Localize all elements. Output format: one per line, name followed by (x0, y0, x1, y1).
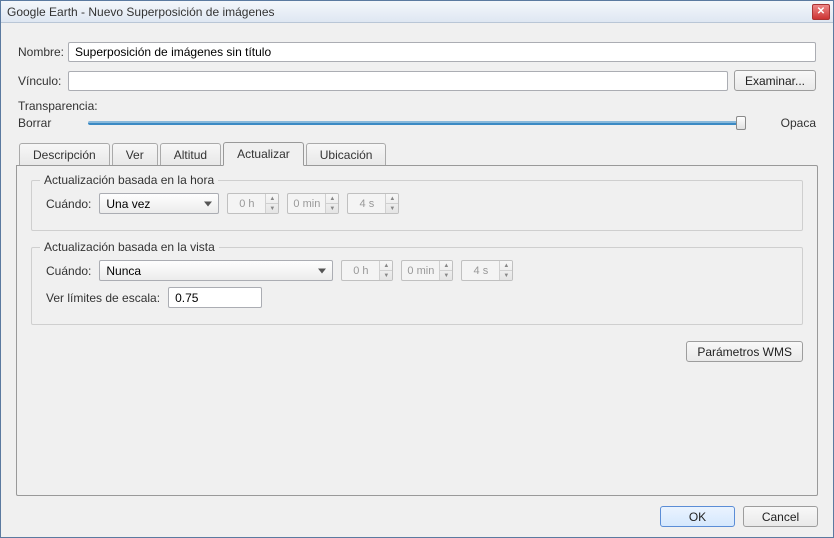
transparency-slider[interactable] (88, 115, 746, 131)
slider-track (88, 121, 746, 125)
titlebar: Google Earth - Nuevo Superposición de im… (1, 1, 833, 23)
scale-limits-input[interactable] (168, 287, 262, 308)
time-seconds-spinner: 4 s ▲▼ (347, 193, 399, 214)
dialog-footer: OK Cancel (16, 496, 818, 527)
view-refresh-group: Actualización basada en la vista Cuándo:… (31, 247, 803, 325)
time-mode-select[interactable]: Una vez (99, 193, 219, 214)
close-button[interactable]: ✕ (812, 4, 830, 20)
dialog-window: Google Earth - Nuevo Superposición de im… (0, 0, 834, 538)
time-hours-spinner: 0 h ▲▼ (227, 193, 279, 214)
view-when-label: Cuándo: (46, 264, 91, 278)
tab-actualizar[interactable]: Actualizar (223, 142, 304, 166)
chevron-down-icon (204, 201, 212, 206)
time-minutes-spinner: 0 min ▲▼ (287, 193, 339, 214)
slider-thumb[interactable] (736, 116, 746, 130)
dialog-body: Nombre: Vínculo: Examinar... Transparenc… (1, 23, 833, 537)
header-panel: Nombre: Vínculo: Examinar... Transparenc… (16, 38, 818, 141)
name-label: Nombre: (18, 45, 68, 59)
view-mode-select[interactable]: Nunca (99, 260, 333, 281)
tab-altitud[interactable]: Altitud (160, 143, 221, 166)
name-input[interactable] (68, 42, 816, 62)
transparency-label: Transparencia: (18, 99, 816, 113)
view-mode-value: Nunca (106, 264, 141, 278)
link-label: Vínculo: (18, 74, 68, 88)
tab-ver[interactable]: Ver (112, 143, 158, 166)
time-mode-value: Una vez (106, 197, 150, 211)
wms-params-button[interactable]: Parámetros WMS (686, 341, 803, 362)
close-icon: ✕ (817, 6, 825, 17)
tabstrip: Descripción Ver Altitud Actualizar Ubica… (16, 141, 818, 165)
chevron-down-icon (318, 268, 326, 273)
scale-limits-label: Ver límites de escala: (46, 291, 160, 305)
time-when-label: Cuándo: (46, 197, 91, 211)
tab-panel-actualizar: Actualización basada en la hora Cuándo: … (16, 165, 818, 496)
view-minutes-spinner: 0 min ▲▼ (401, 260, 453, 281)
view-refresh-legend: Actualización basada en la vista (40, 240, 219, 254)
tab-ubicacion[interactable]: Ubicación (306, 143, 387, 166)
slider-max-label: Opaca (756, 116, 816, 130)
time-refresh-group: Actualización basada en la hora Cuándo: … (31, 180, 803, 231)
link-input[interactable] (68, 71, 728, 91)
tab-descripcion[interactable]: Descripción (19, 143, 110, 166)
browse-button[interactable]: Examinar... (734, 70, 816, 91)
slider-min-label: Borrar (18, 116, 78, 130)
tabs-area: Descripción Ver Altitud Actualizar Ubica… (16, 141, 818, 496)
ok-button[interactable]: OK (660, 506, 735, 527)
cancel-button[interactable]: Cancel (743, 506, 818, 527)
window-title: Google Earth - Nuevo Superposición de im… (7, 5, 812, 19)
view-hours-spinner: 0 h ▲▼ (341, 260, 393, 281)
time-refresh-legend: Actualización basada en la hora (40, 173, 218, 187)
view-seconds-spinner: 4 s ▲▼ (461, 260, 513, 281)
